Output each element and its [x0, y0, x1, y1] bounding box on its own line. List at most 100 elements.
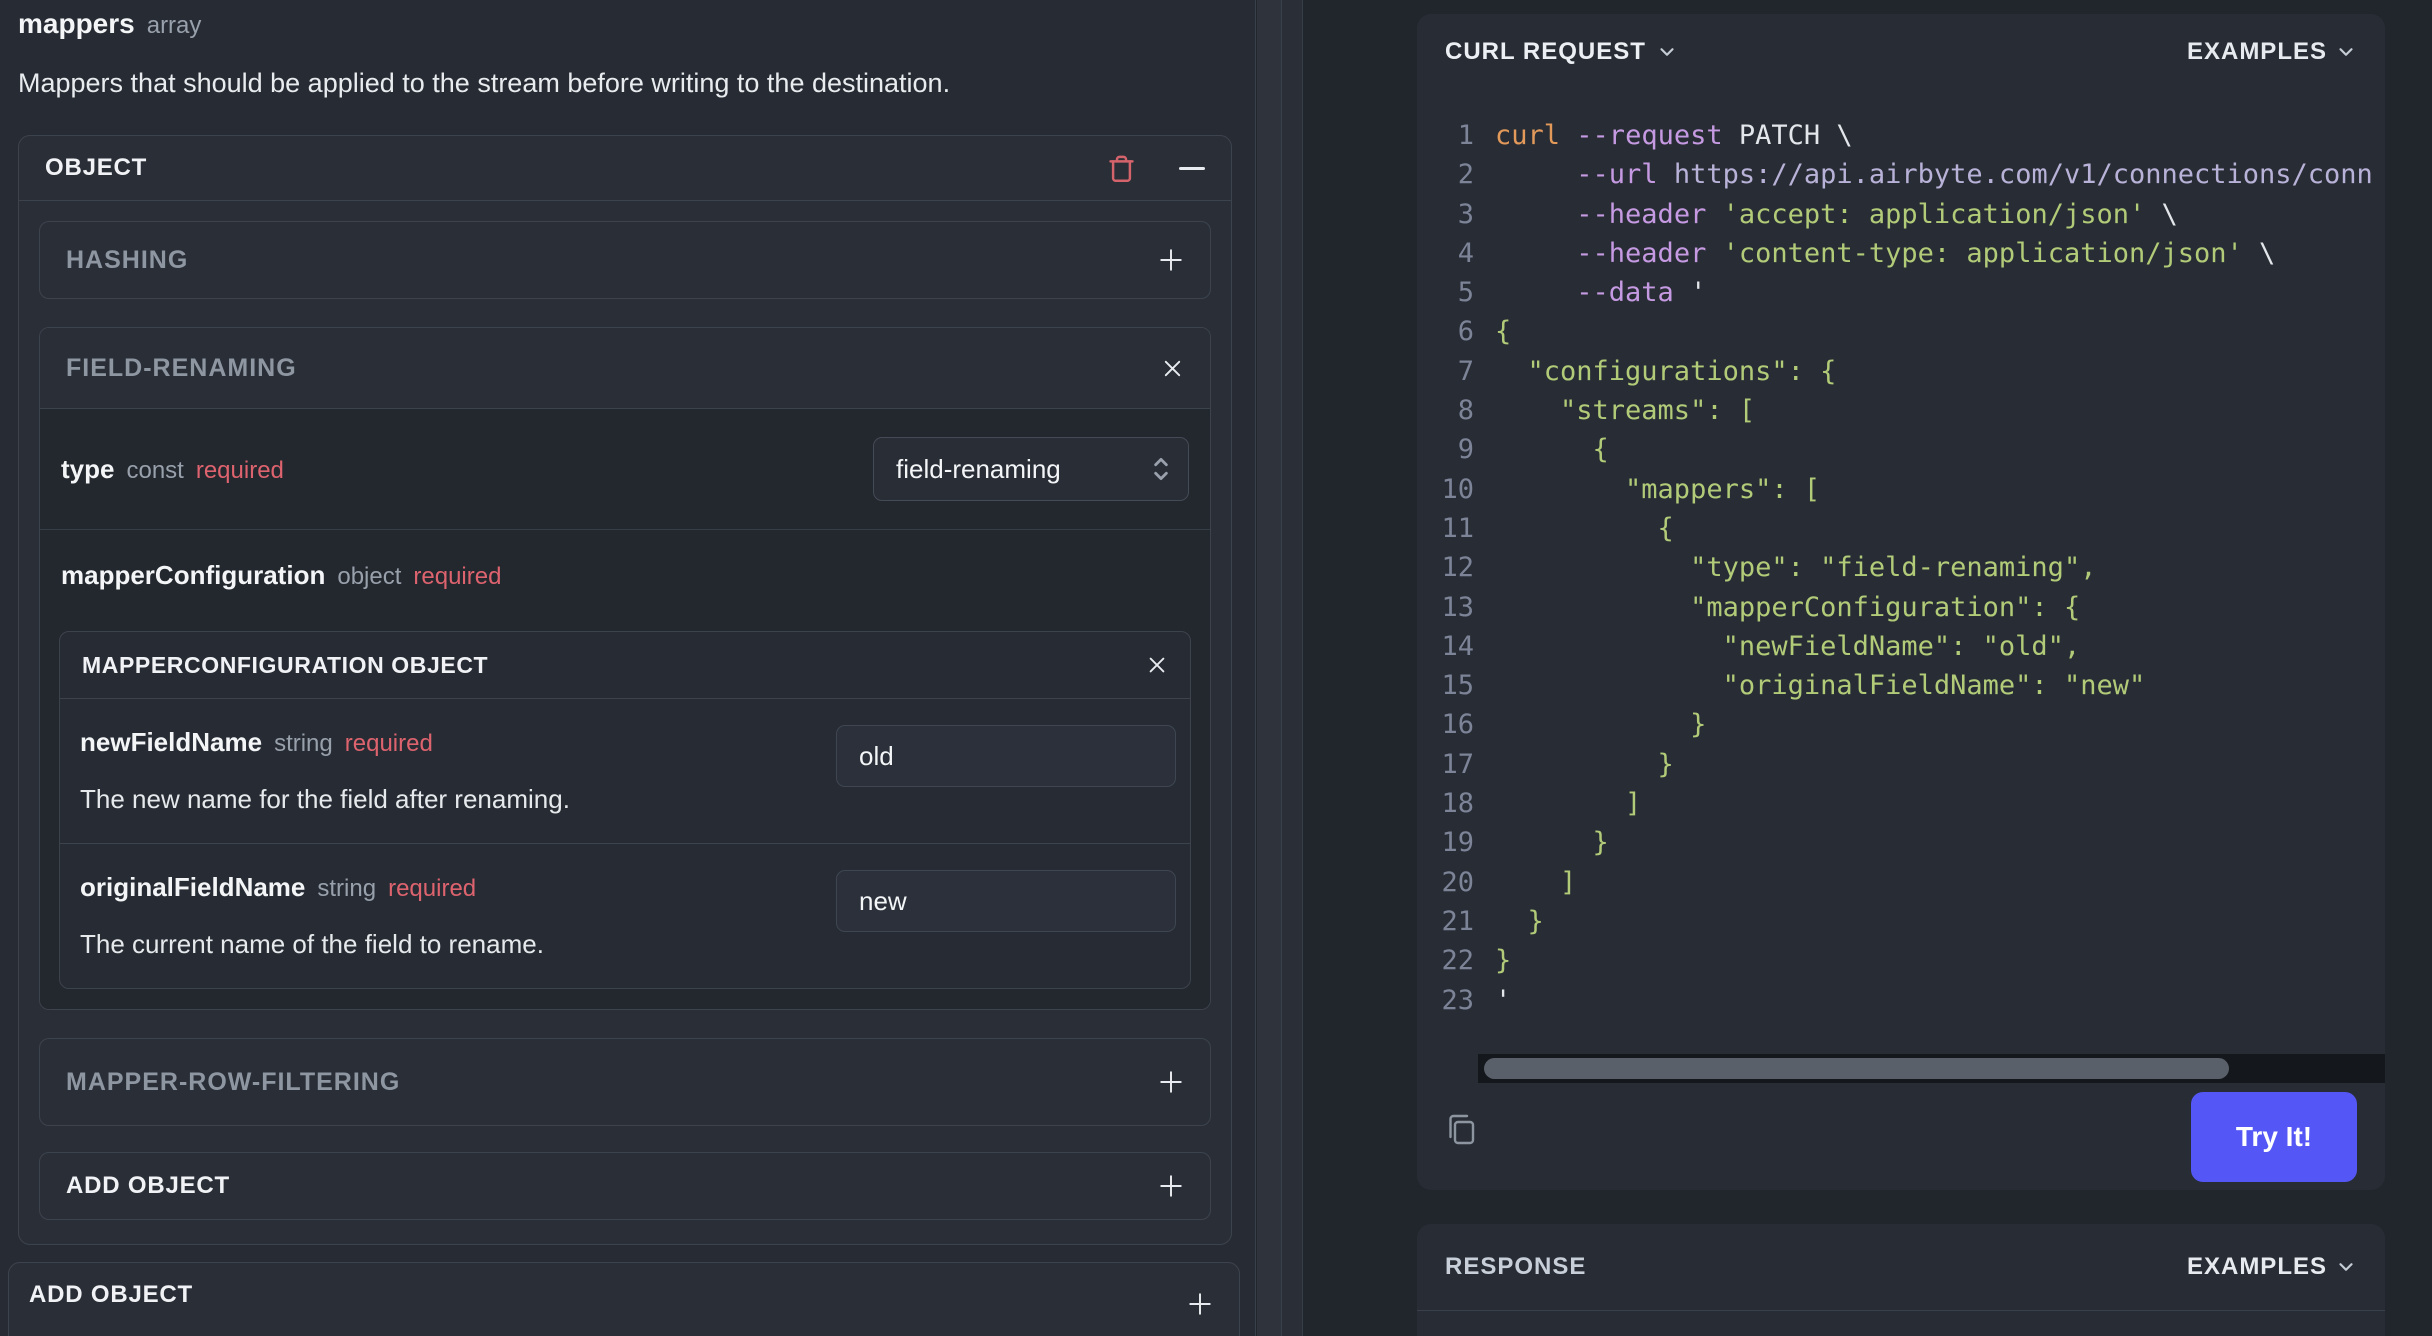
pane-divider [1282, 0, 1303, 1336]
curl-request-header: CURL REQUEST EXAMPLES [1417, 14, 2385, 90]
code-line: 17 } [1417, 745, 2385, 784]
property-kind: object [337, 563, 402, 590]
line-content: "originalFieldName": "new" [1495, 670, 2146, 702]
plus-icon [1158, 247, 1184, 273]
line-content: --header 'accept: application/json' \ [1576, 198, 2178, 230]
code-line: 12 "type": "field-renaming", [1417, 548, 2385, 587]
curl-request-card: CURL REQUEST EXAMPLES 1 curl --request PA… [1417, 14, 2385, 1190]
request-examples-label: EXAMPLES [2186, 38, 2327, 65]
add-object-outer-label: ADD OBJECT [29, 1281, 194, 1308]
line-content: } [1495, 709, 1707, 741]
code-block[interactable]: 1 curl --request PATCH \ 2 --url https://a… [1417, 104, 2385, 1058]
code-line: 23 ' [1417, 981, 2385, 1020]
curl-request-title: CURL REQUEST [1445, 38, 1646, 65]
section-field-renaming: FIELD-RENAMING type const required field… [39, 327, 1211, 1010]
line-content: "mapperConfiguration": { [1495, 591, 2081, 623]
line-number: 21 [1441, 905, 1474, 937]
section-mapper-row-filtering[interactable]: MAPPER-ROW-FILTERING [39, 1038, 1211, 1126]
schema-panel: mappers array Mappers that should be app… [0, 0, 1256, 1336]
response-examples-dropdown[interactable]: EXAMPLES [2187, 1253, 2357, 1281]
line-number: 14 [1441, 630, 1474, 662]
section-mapper-row-filtering-label: MAPPER-ROW-FILTERING [66, 1067, 401, 1096]
mapper-configuration-panel: MAPPERCONFIGURATION OBJECT newFieldName … [59, 631, 1191, 989]
horizontal-scrollbar-thumb[interactable] [1484, 1058, 2229, 1079]
line-number: 2 [1457, 159, 1474, 191]
object-panel-body: HASHING FIELD-RENAMING type const requir… [19, 201, 1231, 1244]
line-number: 7 [1457, 355, 1474, 387]
line-number: 11 [1441, 512, 1474, 544]
field-renaming-header[interactable]: FIELD-RENAMING [40, 328, 1210, 409]
line-number: 4 [1457, 237, 1474, 269]
close-icon[interactable] [1146, 654, 1168, 676]
original-field-name-input[interactable] [836, 870, 1176, 932]
horizontal-scrollbar-track[interactable] [1478, 1054, 2385, 1083]
request-examples-dropdown[interactable]: EXAMPLES [2187, 38, 2357, 66]
curl-request-dropdown[interactable]: CURL REQUEST [1445, 38, 1678, 66]
line-content: { [1495, 512, 1674, 544]
response-header: RESPONSE EXAMPLES [1417, 1224, 2385, 1311]
type-select-value: field-renaming [896, 453, 1061, 484]
code-line: 10 "mappers": [ [1417, 470, 2385, 509]
line-number: 12 [1441, 552, 1474, 584]
original-field-name-row: originalFieldName string required The cu… [60, 843, 1190, 988]
line-content: ' [1495, 984, 1512, 1016]
collapse-object-button[interactable] [1179, 166, 1205, 170]
line-content: "configurations": { [1495, 355, 1837, 387]
property-kind: string [317, 875, 377, 902]
property-name: originalFieldName [80, 872, 306, 902]
response-title: RESPONSE [1445, 1253, 1587, 1280]
line-content: "mappers": [ [1495, 473, 1821, 505]
object-panel-header: OBJECT [19, 136, 1231, 201]
trash-icon [1106, 153, 1137, 184]
add-object-inner-label: ADD OBJECT [66, 1172, 231, 1199]
close-icon[interactable] [1161, 357, 1184, 380]
line-number: 9 [1457, 434, 1474, 466]
new-field-name-row: newFieldName string required The new nam… [60, 699, 1190, 843]
add-object-inner-button[interactable]: ADD OBJECT [39, 1152, 1211, 1220]
line-content: { [1495, 316, 1512, 348]
field-description: Mappers that should be applied to the st… [18, 68, 951, 98]
line-number: 3 [1457, 198, 1474, 230]
mapper-configuration-title: MAPPERCONFIGURATION OBJECT [82, 651, 489, 678]
add-object-outer-button[interactable]: ADD OBJECT [8, 1262, 1240, 1336]
type-select[interactable]: field-renaming [873, 437, 1189, 501]
field-renaming-label: FIELD-RENAMING [66, 353, 297, 382]
divider [40, 529, 1210, 530]
line-number: 15 [1441, 670, 1474, 702]
code-line: 5 --data ' [1417, 273, 2385, 312]
try-it-button[interactable]: Try It! [2191, 1092, 2357, 1182]
section-hashing-label: HASHING [66, 245, 189, 274]
response-examples-label: EXAMPLES [2186, 1253, 2327, 1280]
plus-icon [1158, 1173, 1184, 1199]
copy-code-button[interactable] [1443, 1110, 1479, 1146]
line-content: "type": "field-renaming", [1495, 552, 2097, 584]
line-number: 16 [1441, 709, 1474, 741]
code-line: 9 { [1417, 430, 2385, 469]
plus-icon [1158, 1069, 1184, 1095]
delete-object-button[interactable] [1106, 153, 1137, 184]
code-line: 2 --url https://api.airbyte.com/v1/conne… [1417, 155, 2385, 194]
field-name: mappers [18, 8, 135, 39]
line-content: { [1495, 434, 1609, 466]
line-content: "streams": [ [1495, 395, 1756, 427]
chevron-down-icon [2335, 1256, 2357, 1278]
response-card: RESPONSE EXAMPLES [1417, 1224, 2385, 1336]
property-kind: const [126, 456, 184, 484]
line-content: --header 'content-type: application/json… [1576, 237, 2276, 269]
line-number: 1 [1457, 120, 1474, 151]
chevron-down-icon [2335, 41, 2357, 63]
line-number: 5 [1457, 277, 1474, 309]
copy-icon [1443, 1110, 1479, 1146]
line-content: curl --request PATCH \ [1495, 120, 1853, 151]
code-line: 15 "originalFieldName": "new" [1417, 666, 2385, 705]
line-number: 6 [1457, 316, 1474, 348]
code-line: 16 } [1417, 705, 2385, 744]
line-number: 19 [1441, 827, 1474, 859]
left-pane-scrollbar-track[interactable] [1257, 0, 1282, 1336]
code-line: 19 } [1417, 823, 2385, 862]
new-field-name-input[interactable] [836, 725, 1176, 787]
code-line: 8 "streams": [ [1417, 391, 2385, 430]
property-required: required [195, 456, 284, 484]
section-hashing[interactable]: HASHING [39, 221, 1211, 299]
line-content: --data ' [1576, 277, 1707, 309]
